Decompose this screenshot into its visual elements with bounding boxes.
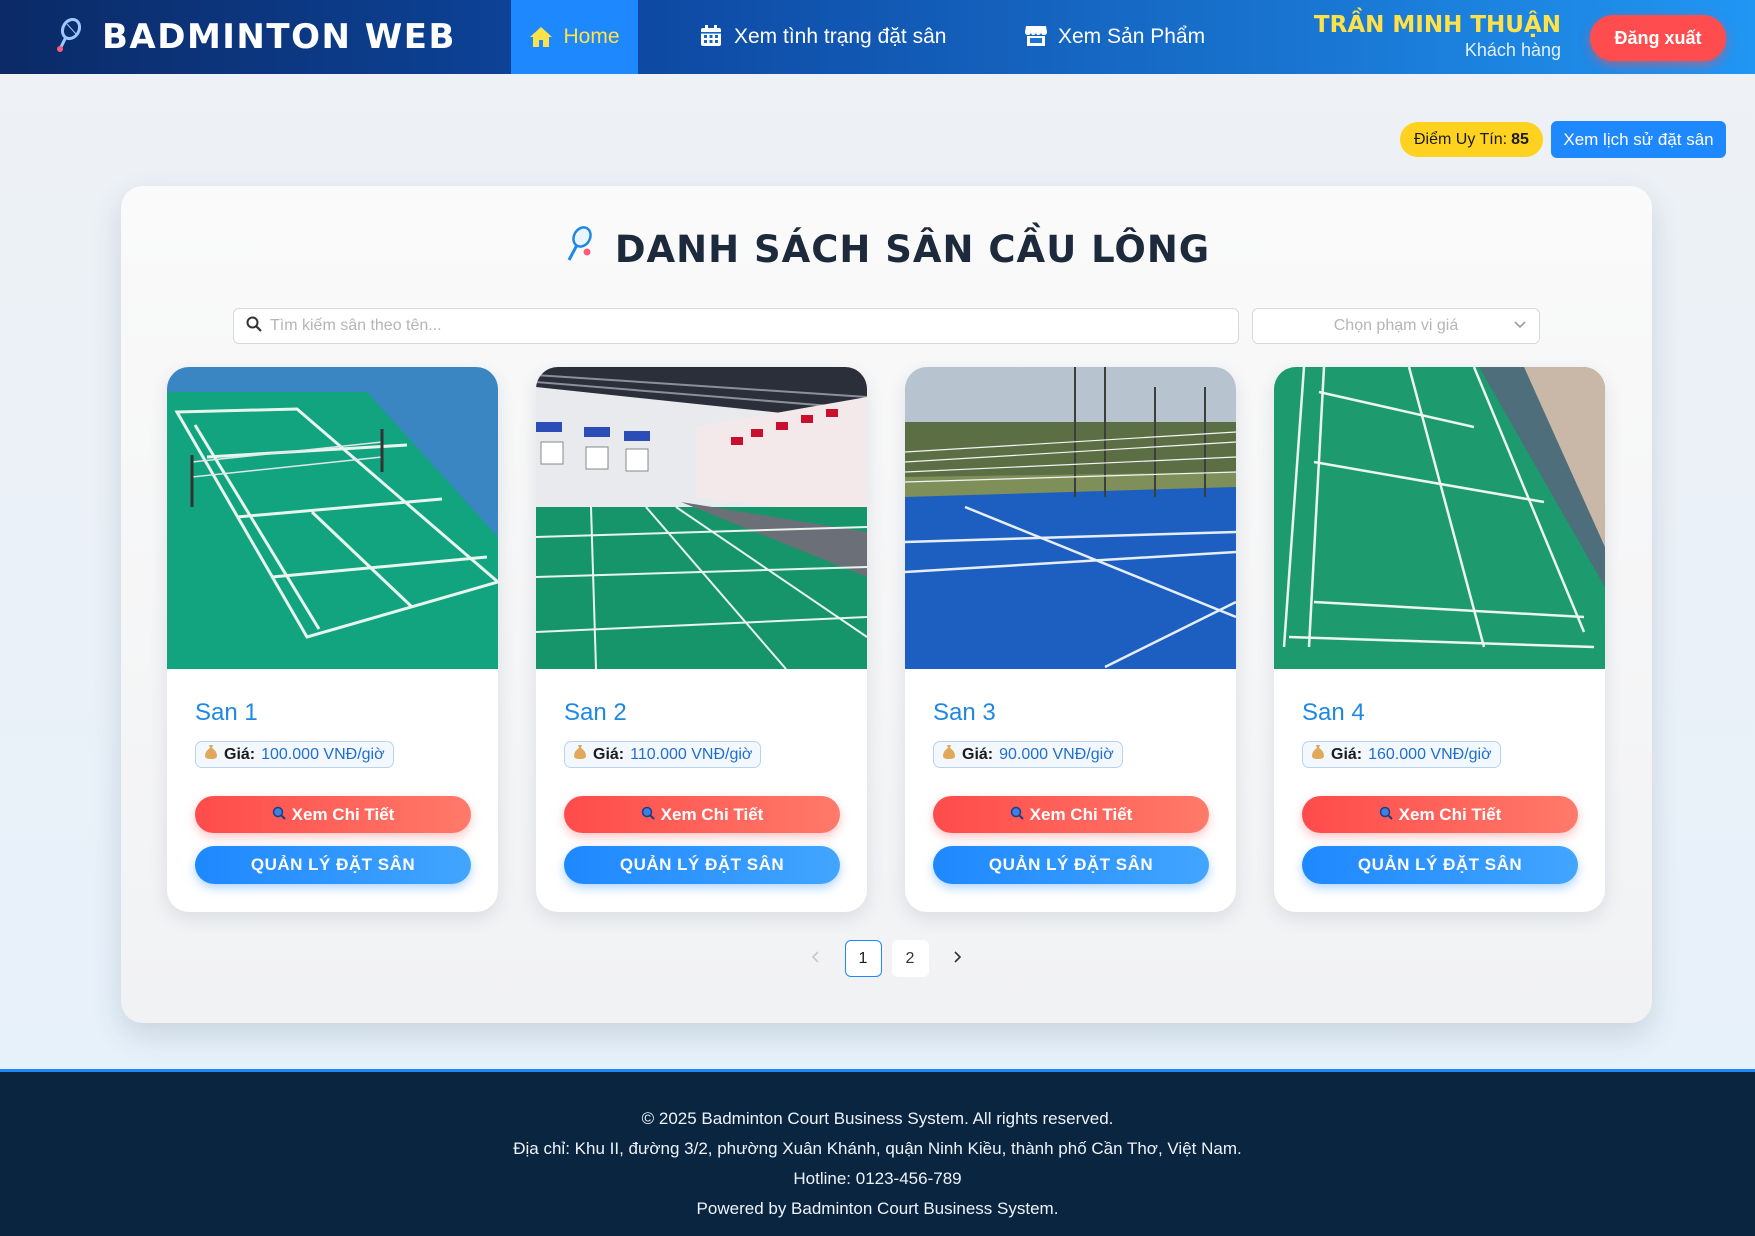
logout-button[interactable]: Đăng xuất [1590, 15, 1726, 61]
brand-title: BADMINTON WEB [102, 17, 456, 57]
price-value: 100.000 VNĐ/giờ [261, 745, 385, 763]
manage-booking-button[interactable]: QUẢN LÝ ĐẶT SÂN [1302, 846, 1578, 884]
price-value: 110.000 VNĐ/giờ [630, 745, 753, 763]
court-card: San 1 Giá: 100.000 VNĐ/giờ Xem Chi Tiết … [167, 367, 498, 912]
view-detail-button[interactable]: Xem Chi Tiết [564, 796, 840, 833]
calendar-icon [700, 25, 724, 49]
user-role: Khách hàng [1464, 40, 1561, 60]
search-icon [1379, 805, 1393, 825]
page-title: DANH SÁCH SÂN CẦU LÔNG [121, 226, 1652, 273]
footer-hotline: Hotline: 0123-456-789 [793, 1169, 962, 1188]
court-image [536, 367, 867, 669]
search-input[interactable] [270, 317, 1163, 335]
court-list-panel: DANH SÁCH SÂN CẦU LÔNG Chọn phạm vi giá [121, 186, 1652, 1023]
prev-page-button[interactable] [798, 940, 835, 977]
price-tag: Giá: 90.000 VNĐ/giờ [933, 741, 1123, 768]
user-info: TRẦN MINH THUẬN Khách hàng [1314, 12, 1561, 61]
price-range-placeholder: Chọn phạm vi giá [1333, 317, 1459, 334]
court-name[interactable]: San 4 [1302, 699, 1365, 727]
page-button[interactable]: 2 [891, 940, 929, 977]
chevron-left-icon [811, 950, 821, 968]
chevron-right-icon [952, 950, 962, 968]
price-label: Giá: [1331, 745, 1363, 763]
money-bag-icon [942, 744, 956, 765]
manage-booking-button[interactable]: QUẢN LÝ ĐẶT SÂN [933, 846, 1209, 884]
search-field[interactable] [233, 308, 1239, 344]
price-range-select[interactable]: Chọn phạm vi giá [1252, 308, 1540, 344]
price-tag: Giá: 100.000 VNĐ/giờ [195, 741, 394, 768]
nav-home[interactable]: Home [511, 0, 638, 74]
price-label: Giá: [224, 745, 256, 763]
store-icon [1024, 25, 1048, 49]
view-detail-button[interactable]: Xem Chi Tiết [933, 796, 1209, 833]
court-name[interactable]: San 1 [195, 699, 258, 727]
nav-products-label: Xem Sản Phẩm [1058, 25, 1206, 48]
footer-copyright: © 2025 Badminton Court Business System. … [641, 1109, 1114, 1128]
reputation-label: Điểm Uy Tín: [1414, 130, 1508, 148]
reputation-badge: Điểm Uy Tín: 85 [1400, 122, 1543, 157]
nav-booking-status[interactable]: Xem tình trạng đặt sân [700, 0, 946, 74]
reputation-value: 85 [1511, 130, 1529, 148]
court-card: San 3 Giá: 90.000 VNĐ/giờ Xem Chi Tiết Q… [905, 367, 1236, 912]
next-page-button[interactable] [939, 940, 976, 977]
manage-booking-button[interactable]: QUẢN LÝ ĐẶT SÂN [564, 846, 840, 884]
top-navbar: BADMINTON WEB Home Xem tình trạng đặt sâ… [0, 0, 1755, 74]
nav-booking-status-label: Xem tình trạng đặt sân [734, 25, 947, 48]
money-bag-icon [204, 744, 218, 765]
page-title-text: DANH SÁCH SÂN CẦU LÔNG [614, 228, 1211, 271]
brand[interactable]: BADMINTON WEB [54, 0, 456, 74]
court-name[interactable]: San 2 [564, 699, 627, 727]
court-image [167, 367, 498, 669]
view-detail-label: Xem Chi Tiết [660, 804, 764, 824]
money-bag-icon [1311, 744, 1325, 765]
search-icon [272, 805, 286, 825]
footer-powered-by: Powered by Badminton Court Business Syst… [696, 1199, 1059, 1218]
money-bag-icon [573, 744, 587, 765]
nav-home-label: Home [563, 25, 620, 48]
court-card: San 2 Giá: 110.000 VNĐ/giờ Xem Chi Tiết … [536, 367, 867, 912]
booking-history-button[interactable]: Xem lịch sử đặt sân [1551, 121, 1726, 158]
manage-booking-button[interactable]: QUẢN LÝ ĐẶT SÂN [195, 846, 471, 884]
page-button[interactable]: 1 [844, 940, 882, 977]
view-detail-label: Xem Chi Tiết [1398, 804, 1502, 824]
nav-products[interactable]: Xem Sản Phẩm [1024, 0, 1205, 74]
search-icon [641, 805, 655, 825]
view-detail-label: Xem Chi Tiết [1029, 804, 1133, 824]
court-name[interactable]: San 3 [933, 699, 996, 727]
price-tag: Giá: 110.000 VNĐ/giờ [564, 741, 762, 768]
badminton-racket-icon [54, 17, 84, 57]
view-detail-button[interactable]: Xem Chi Tiết [195, 796, 471, 833]
user-name: TRẦN MINH THUẬN [1313, 12, 1561, 38]
price-label: Giá: [593, 745, 625, 763]
pagination: 1 2 [121, 940, 1652, 977]
chevron-down-icon [1513, 318, 1527, 337]
court-card: San 4 Giá: 160.000 VNĐ/giờ Xem Chi Tiết … [1274, 367, 1605, 912]
search-icon [1010, 805, 1024, 825]
badminton-racket-icon [563, 226, 593, 273]
view-detail-button[interactable]: Xem Chi Tiết [1302, 796, 1578, 833]
footer-address: Địa chỉ: Khu II, đường 3/2, phường Xuân … [513, 1139, 1242, 1158]
home-icon [529, 25, 553, 49]
search-icon [246, 316, 262, 337]
price-value: 90.000 VNĐ/giờ [999, 745, 1114, 763]
view-detail-label: Xem Chi Tiết [291, 804, 395, 824]
footer: © 2025 Badminton Court Business System. … [0, 1069, 1755, 1236]
court-image [905, 367, 1236, 669]
price-tag: Giá: 160.000 VNĐ/giờ [1302, 741, 1501, 768]
price-value: 160.000 VNĐ/giờ [1368, 745, 1492, 763]
price-label: Giá: [962, 745, 994, 763]
court-image [1274, 367, 1605, 669]
